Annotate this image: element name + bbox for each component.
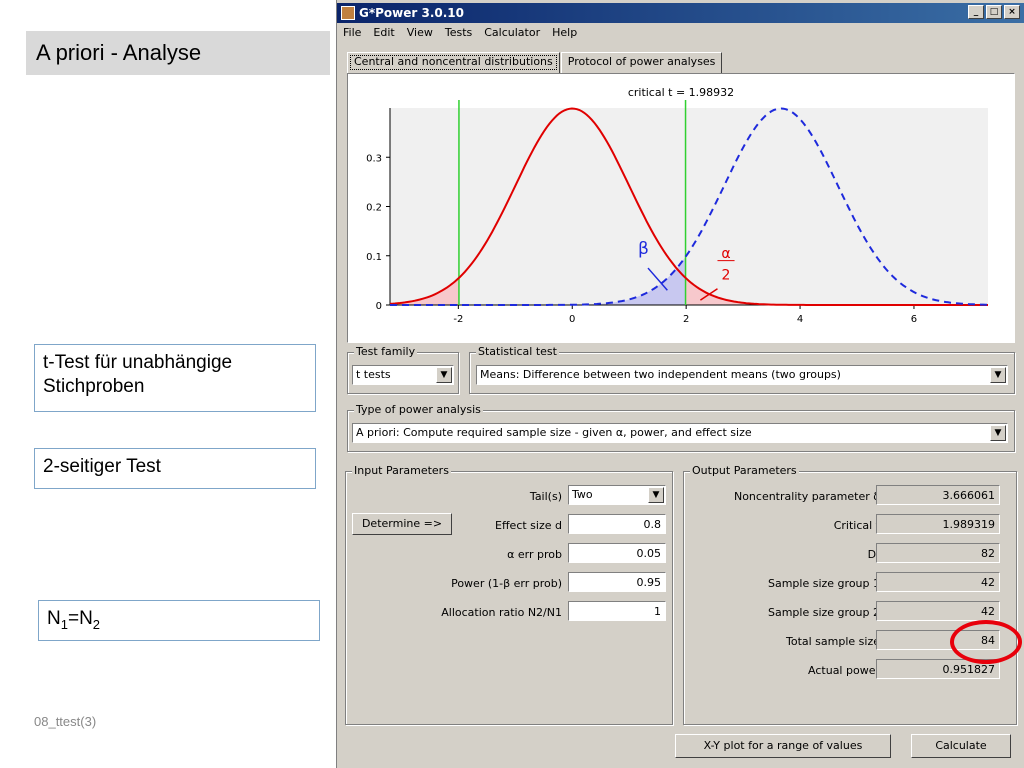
power-analysis-group: Type of power analysis A priori: Compute… [347,403,1015,452]
output-label-critical-t: Critical t [833,519,880,532]
menu-view[interactable]: View [401,24,439,42]
output-parameters-group: Output Parameters Noncentrality paramete… [683,464,1017,725]
y-tick-label: 0.3 [366,153,382,164]
callout-n-eq: =N [67,608,93,629]
plot-area [390,108,988,305]
power-analysis-select[interactable]: A priori: Compute required sample size -… [352,423,1008,443]
output-label-noncentrality: Noncentrality parameter δ [733,490,880,503]
callout-ttest: t-Test für unabhängige Stichproben [34,344,316,412]
distribution-plot: critical t = 1.98932 0 0.1 0.2 0.3 -2 0 2 4 6 β α 2 [348,74,1014,342]
tab-strip: Central and noncentral distributions Pro… [347,52,723,74]
minimize-button[interactable]: _ [968,5,984,19]
highlight-circle [950,620,1022,664]
output-label-total: Total sample size [785,635,880,648]
callout-equal-n: N1=N2 [38,600,320,641]
tails-label: Tail(s) [529,490,562,503]
output-label-group2: Sample size group 2 [767,606,880,619]
power-analysis-value: A priori: Compute required sample size -… [356,426,752,439]
allocation-ratio-label: Allocation ratio N2/N1 [441,606,562,619]
output-value-critical-t: 1.989319 [876,514,1000,534]
chevron-down-icon[interactable]: ▼ [990,425,1006,441]
chevron-down-icon[interactable]: ▼ [436,367,452,383]
alpha-denominator: 2 [722,267,731,283]
output-parameters-title: Output Parameters [690,464,799,477]
callout-n-sub2: 2 [92,616,101,632]
maximize-button[interactable]: □ [986,5,1002,19]
output-label-actual-power: Actual power [808,664,880,677]
window-title: G*Power 3.0.10 [359,6,464,20]
menu-edit[interactable]: Edit [367,24,400,42]
x-tick-label: 4 [797,314,803,325]
callout-two-sided-text: 2-seitiger Test [43,456,161,477]
x-tick-label: 6 [911,314,917,325]
menu-calculator[interactable]: Calculator [478,24,546,42]
alpha-input[interactable]: 0.05 [568,543,666,563]
callout-ttest-text: t-Test für unabhängige Stichproben [43,352,233,397]
output-label-group1: Sample size group 1 [767,577,880,590]
power-analysis-title: Type of power analysis [354,403,483,416]
output-value-df: 82 [876,543,1000,563]
x-tick-label: -2 [453,314,463,325]
chevron-down-icon[interactable]: ▼ [648,487,664,503]
slide-footer: 08_ttest(3) [34,714,97,729]
input-parameters-group: Input Parameters Tail(s) Two ▼ Determine… [345,464,673,725]
statistical-test-select[interactable]: Means: Difference between two independen… [476,365,1008,385]
app-icon [341,6,355,20]
slide-title: A priori - Analyse [26,31,330,75]
power-input[interactable]: 0.95 [568,572,666,592]
tails-select[interactable]: Two ▼ [568,485,666,505]
gpower-window: G*Power 3.0.10 _ □ × File Edit View Test… [336,0,1024,768]
output-value-noncentrality: 3.666061 [876,485,1000,505]
statistical-test-group: Statistical test Means: Difference betwe… [469,345,1015,394]
callout-two-sided: 2-seitiger Test [34,448,316,489]
statistical-test-title: Statistical test [476,345,559,358]
xy-plot-button[interactable]: X-Y plot for a range of values [675,734,891,758]
distribution-plot-panel: critical t = 1.98932 0 0.1 0.2 0.3 -2 0 2 4 6 β α 2 [347,73,1015,343]
menu-help[interactable]: Help [546,24,583,42]
tab-distributions[interactable]: Central and noncentral distributions [347,52,560,73]
y-tick-label: 0 [376,301,382,312]
chart-title: critical t = 1.98932 [628,86,734,99]
menu-bar: File Edit View Tests Calculator Help [337,24,583,42]
statistical-test-value: Means: Difference between two independen… [480,368,841,381]
output-value-group2: 42 [876,601,1000,621]
menu-file[interactable]: File [337,24,367,42]
output-value-group1: 42 [876,572,1000,592]
tab-protocol[interactable]: Protocol of power analyses [560,52,723,74]
allocation-ratio-input[interactable]: 1 [568,601,666,621]
test-family-select[interactable]: t tests ▼ [352,365,454,385]
tails-value: Two [572,488,593,501]
test-family-group: Test family t tests ▼ [347,345,459,394]
callout-n-base: N [47,608,61,629]
chevron-down-icon[interactable]: ▼ [990,367,1006,383]
alpha-label: α err prob [507,548,562,561]
alpha-label: α [721,246,730,262]
close-button[interactable]: × [1004,5,1020,19]
y-tick-label: 0.1 [366,252,382,263]
effect-size-input[interactable]: 0.8 [568,514,666,534]
menu-tests[interactable]: Tests [439,24,478,42]
y-tick-label: 0.2 [366,203,382,214]
power-label: Power (1-β err prob) [451,577,562,590]
x-tick-label: 0 [569,314,575,325]
x-tick-label: 2 [683,314,689,325]
effect-size-label: Effect size d [495,519,562,532]
callout-n-sub1: 1 [60,616,68,632]
test-family-value: t tests [356,368,391,381]
test-family-title: Test family [354,345,418,358]
beta-label: β [638,239,649,259]
input-parameters-title: Input Parameters [352,464,451,477]
title-bar[interactable]: G*Power 3.0.10 _ □ × [337,3,1024,23]
calculate-button[interactable]: Calculate [911,734,1011,758]
determine-button[interactable]: Determine => [352,513,452,535]
